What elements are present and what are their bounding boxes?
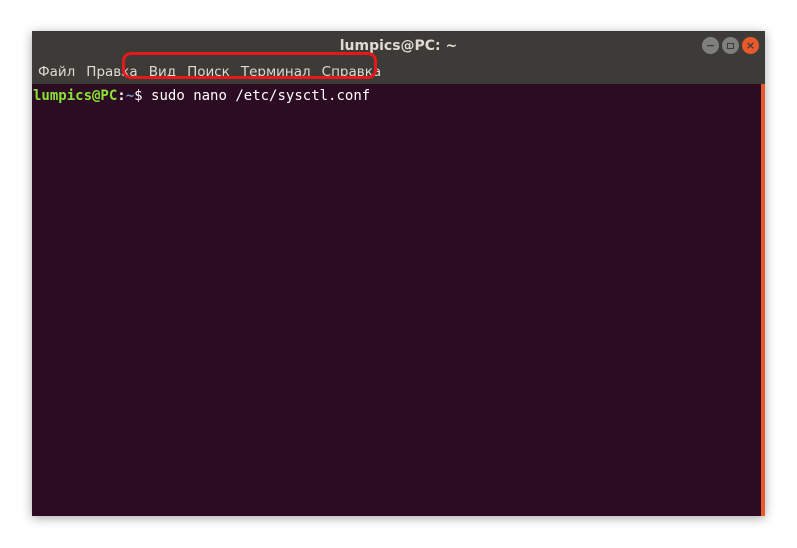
menu-bar: Файл Правка Вид Поиск Терминал Справка xyxy=(32,61,765,84)
maximize-button[interactable] xyxy=(722,37,739,54)
minimize-button[interactable]: − xyxy=(702,37,719,54)
prompt-symbol: $ xyxy=(134,88,143,104)
prompt-user-host: lumpics@PC xyxy=(33,88,118,104)
minimize-icon: − xyxy=(705,39,716,52)
window-title: lumpics@PC: ~ xyxy=(339,38,458,54)
menu-item-terminal[interactable]: Терминал xyxy=(241,61,311,84)
menu-item-view[interactable]: Вид xyxy=(149,61,176,84)
command-text: sudo nano /etc/sysctl.conf xyxy=(151,88,371,104)
terminal-area[interactable]: lumpics@PC:~$ sudo nano /etc/sysctl.conf xyxy=(32,84,765,516)
menu-item-help[interactable]: Справка xyxy=(322,61,381,84)
title-bar[interactable]: lumpics@PC: ~ − × xyxy=(32,31,765,61)
menu-item-search[interactable]: Поиск xyxy=(187,61,230,84)
maximize-icon xyxy=(727,42,734,49)
prompt-path: ~ xyxy=(125,88,135,104)
menu-item-file[interactable]: Файл xyxy=(38,61,75,84)
prompt-line: lumpics@PC:~$ sudo nano /etc/sysctl.conf xyxy=(33,86,370,106)
close-icon: × xyxy=(745,39,756,52)
window-controls: − × xyxy=(702,37,759,55)
terminal-window: lumpics@PC: ~ − × Файл Правка Вид Поиск … xyxy=(32,31,765,516)
prompt-separator: : xyxy=(117,88,126,104)
menu-item-edit[interactable]: Правка xyxy=(86,61,137,84)
scrollbar[interactable] xyxy=(761,84,765,516)
close-button[interactable]: × xyxy=(742,37,759,54)
